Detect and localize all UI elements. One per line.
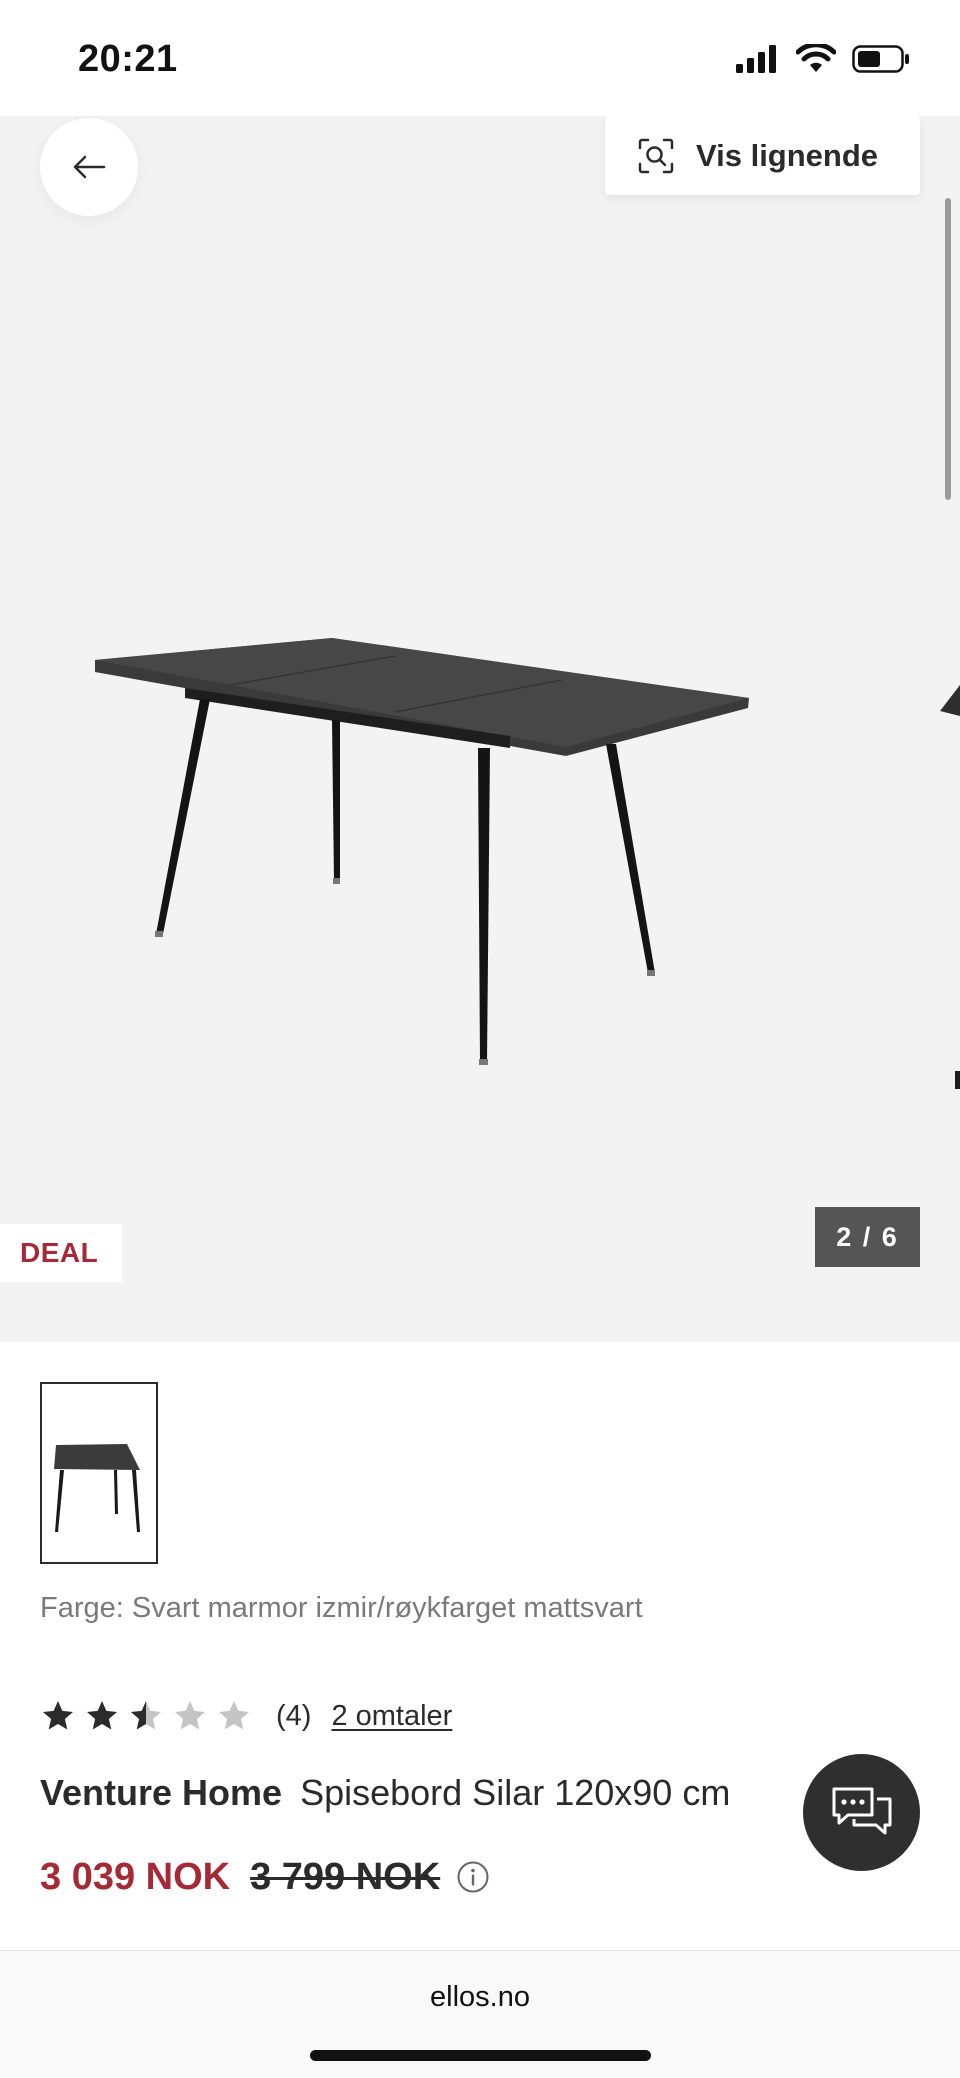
chat-bubbles-icon (832, 1787, 891, 1834)
price-row: 3 039 NOK 3 799 NOK (40, 1852, 490, 1902)
cellular-signal-icon (736, 45, 776, 73)
address-bar-url[interactable]: ellos.no (0, 1981, 960, 2014)
show-similar-label: Vis lignende (696, 137, 879, 173)
product-name: Spisebord Silar 120x90 cm (300, 1772, 731, 1813)
rating-stars (40, 1698, 252, 1734)
deal-badge: DEAL (0, 1224, 122, 1282)
original-price: 3 799 NOK (250, 1855, 441, 1898)
star-empty-icon (175, 1701, 205, 1730)
rating-row: (4) 2 omtaler (40, 1693, 452, 1739)
visual-search-icon (638, 138, 674, 173)
home-indicator[interactable] (310, 2050, 651, 2061)
product-title: Venture Home Spisebord Silar 120x90 cm (40, 1772, 730, 1814)
status-bar: 20:21 (0, 0, 960, 116)
color-variant-thumbnail[interactable] (40, 1382, 158, 1564)
chat-button[interactable] (803, 1754, 920, 1871)
color-description: Farge: Svart marmor izmir/røykfarget mat… (40, 1592, 643, 1624)
star-icon (43, 1701, 73, 1730)
product-gallery[interactable]: Vis lignende DEAL 2 / 6 (0, 116, 960, 1342)
star-icon (87, 1701, 117, 1730)
deal-badge-label: DEAL (20, 1237, 99, 1268)
star-half-icon (131, 1701, 161, 1730)
browser-bottom-bar: ellos.no (0, 1950, 960, 2078)
rating-count: (4) (276, 1699, 312, 1732)
thumbnail-image (54, 1444, 140, 1532)
back-button[interactable] (40, 118, 138, 216)
status-icons (736, 44, 910, 74)
product-brand[interactable]: Venture Home (40, 1772, 282, 1813)
product-image[interactable] (0, 116, 960, 1342)
star-empty-icon (219, 1701, 249, 1730)
image-counter: 2 / 6 (815, 1207, 920, 1267)
reviews-link[interactable]: 2 omtaler (331, 1700, 452, 1733)
info-icon[interactable] (456, 1860, 490, 1894)
current-price: 3 039 NOK (40, 1855, 231, 1898)
status-time: 20:21 (78, 38, 178, 80)
arrow-left-icon (73, 155, 106, 179)
show-similar-button[interactable]: Vis lignende (605, 116, 920, 195)
wifi-icon (796, 44, 836, 72)
gallery-scroll-indicator (945, 198, 951, 500)
battery-icon (852, 45, 909, 73)
